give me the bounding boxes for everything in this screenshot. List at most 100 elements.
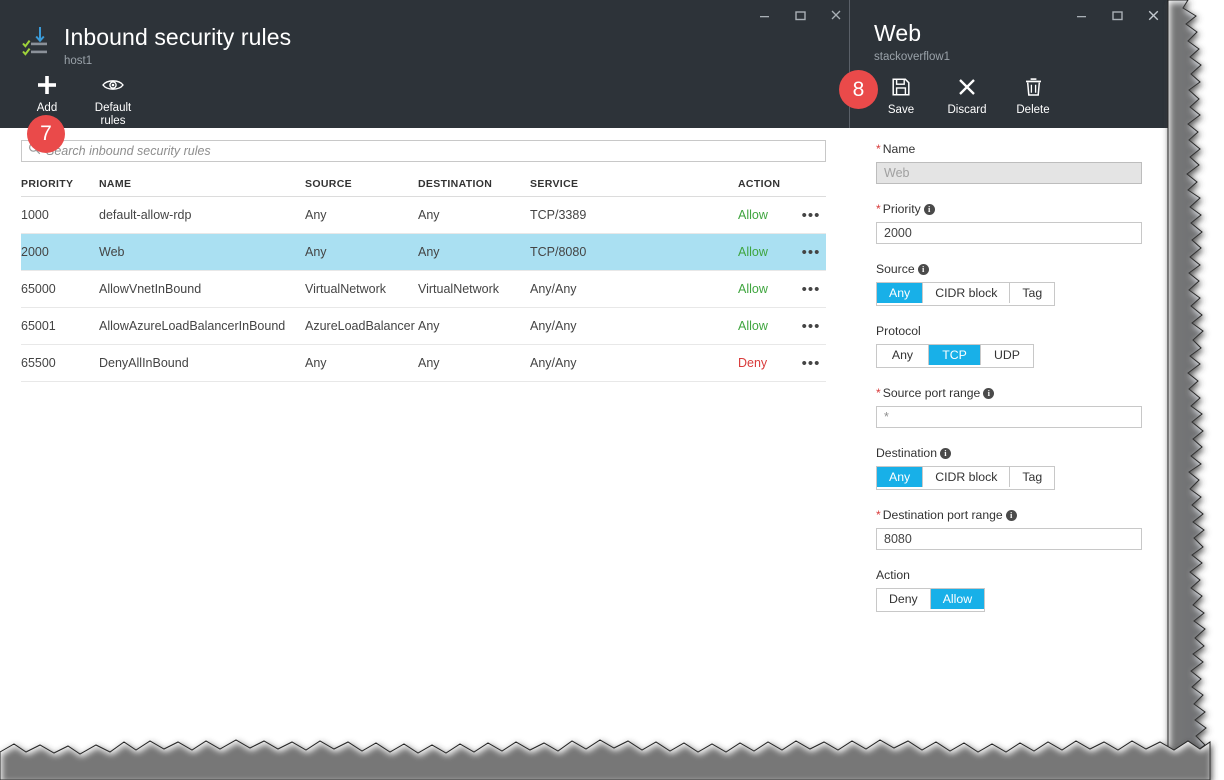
required-asterisk: *	[876, 508, 881, 522]
discard-button[interactable]: Discard	[934, 72, 1000, 122]
info-icon[interactable]: i	[939, 448, 951, 459]
cell-source: AzureLoadBalancer	[305, 319, 415, 333]
info-icon[interactable]: i	[983, 388, 995, 399]
rule-edit-form: * Name Web * Priority i 2000 Source i An…	[876, 142, 1144, 630]
table-row[interactable]: 65001 AllowAzureLoadBalancerInBound Azur…	[21, 308, 826, 345]
right-window-controls	[1063, 2, 1171, 28]
table-row[interactable]: 1000 default-allow-rdp Any Any TCP/3389 …	[21, 197, 826, 234]
source-port-range-value: *	[884, 410, 889, 424]
add-button[interactable]: Add	[14, 70, 80, 120]
row-context-menu-button[interactable]: •••	[796, 244, 826, 261]
protocol-option-udp[interactable]: UDP	[981, 345, 1033, 365]
minimize-icon[interactable]	[1063, 2, 1099, 28]
priority-input-value: 2000	[884, 226, 912, 240]
row-context-menu-button[interactable]: •••	[796, 355, 826, 372]
close-icon[interactable]	[1135, 2, 1171, 28]
cell-destination: Any	[418, 356, 440, 370]
cell-priority: 65000	[21, 282, 56, 296]
destination-segmented-control: Any CIDR block Tag	[876, 466, 1056, 490]
detail-title: Web	[874, 20, 922, 46]
save-button-label: Save	[887, 104, 915, 116]
source-option-tag[interactable]: Tag	[1010, 283, 1054, 303]
eye-icon	[101, 72, 125, 98]
cell-action: Allow	[738, 319, 768, 333]
source-option-any[interactable]: Any	[877, 283, 924, 303]
name-input-value: Web	[884, 166, 910, 180]
delete-button[interactable]: Delete	[1000, 72, 1066, 122]
cell-priority: 1000	[21, 208, 49, 222]
row-context-menu-button[interactable]: •••	[796, 281, 826, 298]
search-placeholder: Search inbound security rules	[46, 144, 211, 158]
step-badge-7: 7	[27, 115, 65, 153]
table-row[interactable]: 65000 AllowVnetInBound VirtualNetwork Vi…	[21, 271, 826, 308]
discard-button-label: Discard	[947, 104, 987, 116]
cell-action: Deny	[738, 356, 768, 370]
source-option-cidr-block[interactable]: CIDR block	[923, 283, 1011, 303]
priority-input[interactable]: 2000	[876, 222, 1142, 244]
field-source-port-range: * Source port range i *	[876, 386, 1144, 428]
cell-destination: Any	[418, 319, 440, 333]
detail-subtitle: stackoverflow1	[874, 51, 951, 63]
cell-name: Web	[99, 245, 125, 259]
destination-option-any[interactable]: Any	[877, 467, 924, 487]
cell-service: TCP/8080	[530, 245, 587, 259]
action-option-deny[interactable]: Deny	[877, 589, 931, 609]
cell-priority: 65500	[21, 356, 56, 370]
maximize-icon[interactable]	[1099, 2, 1135, 28]
cell-service: Any/Any	[530, 356, 577, 370]
cell-name: AllowAzureLoadBalancerInBound	[99, 319, 286, 333]
right-blade-title-area: Web stackoverflow1	[874, 22, 950, 64]
table-row[interactable]: 2000 Web Any Any TCP/8080 Allow •••	[21, 234, 826, 271]
destination-option-cidr-block[interactable]: CIDR block	[923, 467, 1011, 487]
required-asterisk: *	[876, 386, 881, 400]
minimize-icon[interactable]	[746, 2, 782, 28]
action-option-allow[interactable]: Allow	[930, 589, 985, 609]
info-icon[interactable]: i	[917, 264, 929, 275]
torn-paper-canvas: Inbound security rules host1 Add Default…	[0, 0, 1192, 752]
destination-port-range-input[interactable]: 8080	[876, 528, 1142, 550]
protocol-option-any[interactable]: Any	[877, 345, 929, 365]
cell-service: Any/Any	[530, 319, 577, 333]
field-source-label: Source i	[876, 262, 1144, 277]
table-row[interactable]: 65500 DenyAllInBound Any Any Any/Any Den…	[21, 345, 826, 382]
field-name-label: * Name	[876, 142, 916, 156]
destination-option-tag[interactable]: Tag	[1010, 467, 1054, 487]
field-protocol-label: Protocol	[876, 324, 921, 338]
field-name: * Name Web	[876, 142, 1144, 184]
inbound-security-rules-blade: Inbound security rules host1 Add Default…	[0, 0, 849, 752]
row-context-menu-button[interactable]: •••	[796, 318, 826, 335]
save-button[interactable]: Save	[868, 72, 934, 122]
field-priority: * Priority i 2000	[876, 202, 1144, 244]
search-input[interactable]: Search inbound security rules	[21, 140, 826, 162]
field-destination-label: Destination i	[876, 446, 1144, 461]
protocol-segmented-control: Any TCP UDP	[876, 344, 1034, 368]
info-icon[interactable]: i	[923, 204, 935, 215]
cell-action: Allow	[738, 282, 768, 296]
cell-name: default-allow-rdp	[99, 208, 192, 222]
field-priority-label: * Priority i	[876, 202, 1144, 217]
destination-port-range-value: 8080	[884, 532, 912, 546]
required-asterisk: *	[876, 142, 881, 156]
column-header-destination: DESTINATION	[418, 177, 493, 190]
add-button-label: Add	[36, 102, 58, 114]
source-port-range-input[interactable]: *	[876, 406, 1142, 428]
column-header-name: NAME	[99, 177, 132, 190]
field-destination-port-range: * Destination port range i 8080	[876, 508, 1144, 550]
default-rules-button[interactable]: Default rules	[80, 70, 146, 128]
column-header-source: SOURCE	[305, 177, 353, 190]
column-header-action: ACTION	[738, 177, 781, 190]
page-title: Inbound security rules	[64, 24, 292, 50]
info-icon[interactable]: i	[1005, 510, 1017, 521]
cell-source: Any	[305, 208, 327, 222]
protocol-option-tcp[interactable]: TCP	[929, 345, 981, 365]
action-segmented-control: Deny Allow	[876, 588, 986, 612]
right-command-bar: Save Discard Delete	[868, 72, 1066, 122]
field-destination-port-range-label: * Destination port range i	[876, 508, 1144, 523]
field-destination: Destination i Any CIDR block Tag	[876, 446, 1144, 490]
cell-service: Any/Any	[530, 282, 577, 296]
plus-icon	[36, 72, 58, 98]
name-input[interactable]: Web	[876, 162, 1142, 184]
row-context-menu-button[interactable]: •••	[796, 207, 826, 224]
maximize-icon[interactable]	[782, 2, 818, 28]
cell-priority: 2000	[21, 245, 49, 259]
